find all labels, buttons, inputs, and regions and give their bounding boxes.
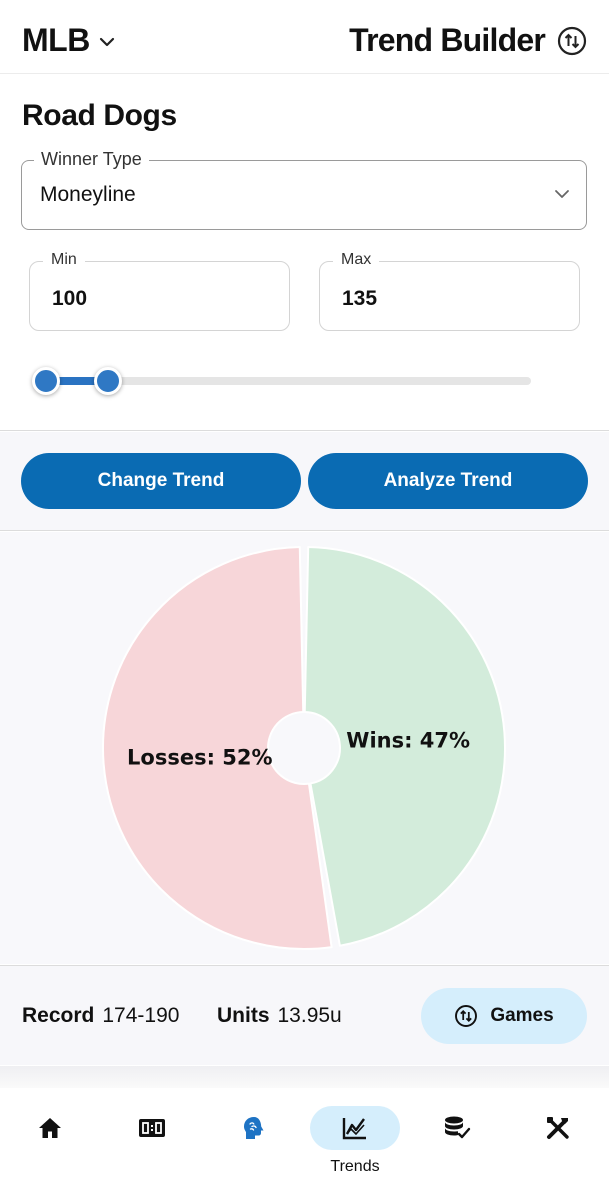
pie-label-wins: Wins: 47% (346, 729, 470, 753)
winner-type-value: Moneyline (40, 183, 136, 206)
record-label: Record (22, 1004, 95, 1027)
scoreboard-icon (139, 1119, 165, 1137)
nav-label-trends: Trends (330, 1158, 380, 1175)
league-label: MLB (22, 22, 90, 58)
bottom-nav: Trends (0, 1088, 609, 1200)
analyze-trend-button[interactable]: Analyze Trend (308, 453, 588, 509)
games-button[interactable]: Games (421, 988, 587, 1044)
trend-name: Road Dogs (22, 99, 177, 132)
results-pie-chart: Wins: 47% Losses: 52% (0, 532, 609, 964)
pie-chart-svg: Wins: 47% Losses: 52% (102, 546, 506, 950)
max-label: Max (333, 251, 380, 269)
winner-type-label: Winner Type (34, 149, 149, 170)
pie-label-losses: Losses: 52% (127, 745, 273, 769)
max-value: 135 (342, 287, 378, 310)
trend-filters: Road Dogs Winner Type Moneyline Min 100 … (0, 75, 609, 431)
odds-range-slider[interactable] (22, 367, 531, 395)
games-label: Games (490, 1005, 554, 1026)
record-value: 174-190 (102, 1004, 180, 1027)
nav-item-insights[interactable] (209, 1106, 299, 1186)
record-stat: Record 174-190 (22, 1004, 179, 1028)
trend-chart-icon (342, 1118, 366, 1140)
home-icon (39, 1118, 61, 1138)
chevron-down-icon (99, 37, 114, 46)
nav-item-trends[interactable]: Trends (310, 1106, 400, 1186)
units-value: 13.95u (277, 1004, 342, 1027)
min-odds-field[interactable]: Min 100 (29, 251, 290, 331)
trend-summary: Record 174-190 Units 13.95u Games (0, 965, 609, 1065)
swap-icon[interactable] (557, 26, 587, 56)
nav-item-scores[interactable] (107, 1106, 197, 1186)
divider (0, 1066, 609, 1088)
change-trend-button[interactable]: Change Trend (21, 453, 301, 509)
units-stat: Units 13.95u (217, 1004, 342, 1028)
winner-type-select[interactable]: Winner Type Moneyline (21, 149, 587, 230)
swap-icon (455, 1005, 478, 1027)
units-label: Units (217, 1004, 270, 1027)
nav-item-data[interactable] (412, 1106, 502, 1186)
nav-item-home[interactable] (5, 1106, 95, 1186)
max-odds-field[interactable]: Max 135 (319, 251, 580, 331)
app-header: MLB Trend Builder (0, 0, 609, 74)
tools-icon (547, 1117, 569, 1139)
min-value: 100 (52, 287, 88, 310)
database-check-icon (445, 1116, 471, 1139)
min-label: Min (43, 251, 85, 269)
trend-actions: Change Trend Analyze Trend (0, 432, 609, 531)
page-title: Trend Builder (349, 22, 546, 58)
brain-icon (244, 1117, 264, 1139)
slider-min-thumb[interactable] (31, 367, 60, 395)
nav-item-tools[interactable] (513, 1106, 603, 1186)
league-selector[interactable]: MLB (22, 22, 116, 59)
chevron-down-icon (555, 190, 569, 198)
slider-max-thumb[interactable] (94, 367, 123, 395)
